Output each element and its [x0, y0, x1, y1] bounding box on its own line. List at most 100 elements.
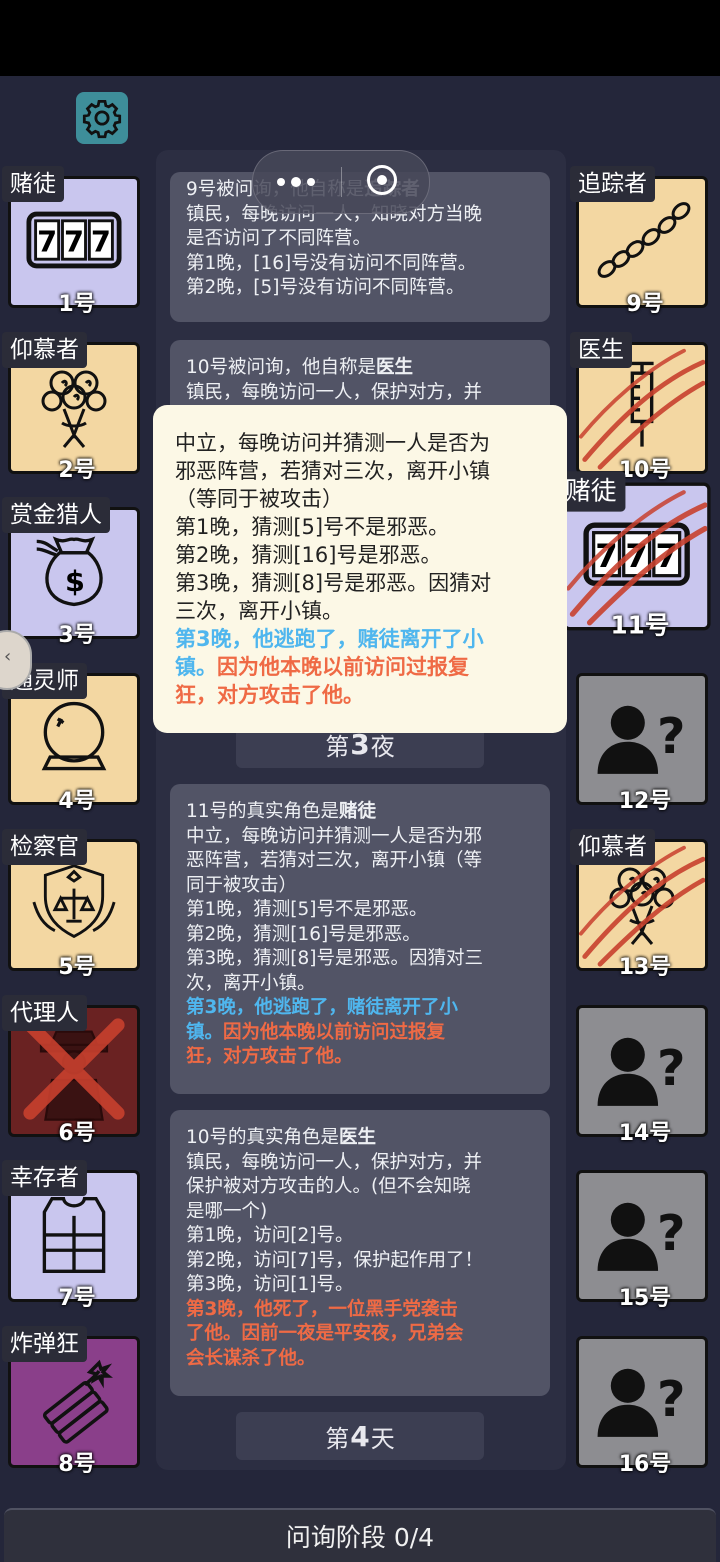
- day-suffix: 天: [370, 1424, 395, 1453]
- card-seat-number: 5号: [58, 955, 96, 980]
- log-head: 11号的真实角色是: [186, 801, 340, 822]
- slot-777-icon: 777: [26, 211, 122, 273]
- chevron-left-icon: ‹: [4, 646, 12, 667]
- popup-line: 第1晚，猜测[5]号不是邪恶。: [175, 515, 450, 539]
- card-seat-number: 14号: [618, 1121, 672, 1146]
- player-card[interactable]: ? 15号: [570, 1166, 710, 1311]
- card-seat-number: 8号: [58, 1452, 96, 1477]
- svg-text:?: ?: [657, 707, 686, 765]
- log-death-line: 了他。因前一夜是平安夜，兄弟会: [186, 1323, 464, 1344]
- popup-attack-line: 狂，对方攻击了他。: [175, 683, 364, 707]
- log-entry-reveal-10: 10号的真实角色是医生 镇民，每晚访问一人，保护对方，并 保护被对方攻击的人。(…: [170, 1110, 550, 1396]
- roses-bouquet-icon: [34, 361, 114, 455]
- log-death-line: 会长谋杀了他。: [186, 1347, 316, 1369]
- popup-escape-line: 第3晚，他逃跑了，赌徒离开了小: [175, 627, 484, 651]
- player-card[interactable]: 7 7 7 赌徒 11号: [556, 471, 713, 640]
- target-circle-icon[interactable]: [367, 165, 397, 195]
- log-line: 第1晚，猜测[5]号不是邪恶。: [186, 899, 428, 920]
- card-seat-number: 7号: [58, 1286, 96, 1311]
- day-divider: 第4天: [236, 1412, 484, 1460]
- card-seat-number: 2号: [58, 458, 96, 483]
- unknown-user-icon: ?: [590, 694, 694, 784]
- log-line: 第2晚，访问[7]号，保护起作用了！: [186, 1249, 483, 1271]
- popup-attack-line: 因为他本晚以前访问过报复: [217, 655, 469, 679]
- player-card[interactable]: $ 赏金猎人 3号: [2, 497, 142, 648]
- player-card[interactable]: 7 7 7 赌徒 1号: [2, 166, 142, 317]
- svg-text:$: $: [65, 564, 85, 598]
- log-role: 赌徒: [339, 801, 377, 822]
- day-number: 4: [350, 1419, 370, 1453]
- log-line: 保护被对方攻击的人。(但不会知晓: [186, 1176, 471, 1197]
- card-role-label: 幸存者: [2, 1160, 87, 1196]
- player-card[interactable]: 炸弹狂 8号: [2, 1326, 142, 1477]
- svg-text:7: 7: [91, 225, 111, 259]
- card-seat-number: 6号: [58, 1121, 96, 1146]
- gear-icon: [82, 99, 122, 139]
- svg-text:?: ?: [657, 1370, 686, 1428]
- player-card[interactable]: 检察官 5号: [2, 829, 142, 980]
- unknown-user-icon: ?: [590, 1191, 694, 1281]
- card-seat-number: 9号: [626, 292, 664, 317]
- card-seat-number: 1号: [58, 292, 96, 317]
- log-line: 同于被攻击）: [186, 874, 298, 896]
- card-role-label: 医生: [570, 332, 632, 368]
- player-card[interactable]: ? 16号: [570, 1332, 710, 1477]
- dynamite-icon: [29, 1355, 119, 1449]
- settings-button[interactable]: [76, 92, 128, 144]
- player-card[interactable]: 仰慕者 13号: [570, 829, 710, 980]
- card-role-label: 仰慕者: [570, 829, 655, 865]
- log-entry-reveal-11: 11号的真实角色是赌徒 中立，每晚访问并猜测一人是否为邪 恶阵营，若猜对三次，离…: [170, 784, 550, 1094]
- vest-icon: [31, 1191, 117, 1281]
- player-card[interactable]: ? 14号: [570, 1001, 710, 1146]
- svg-text:?: ?: [657, 1039, 686, 1097]
- log-line: 恶阵营，若猜对三次，离开小镇（等: [186, 850, 483, 871]
- agent-figure-icon: [19, 1014, 129, 1128]
- more-dots-icon[interactable]: [277, 173, 337, 191]
- popup-escape-line: 镇。: [175, 655, 217, 679]
- popup-line: 第3晚，猜测[8]号是邪恶。因猜对: [175, 571, 492, 595]
- day-prefix: 第: [325, 1424, 350, 1453]
- log-escape-line: 镇。: [186, 1021, 224, 1043]
- card-role-label: 追踪者: [570, 166, 655, 202]
- player-card[interactable]: 代理人 6号: [2, 995, 142, 1146]
- phase-label: 问询阶段 0/4: [285, 1523, 435, 1552]
- log-line: 第3晚，猜测[8]号是邪恶。因猜对三: [186, 948, 483, 969]
- log-role: 医生: [339, 1127, 377, 1148]
- player-card[interactable]: 医生 10号: [570, 332, 710, 483]
- card-seat-number: 4号: [58, 789, 96, 814]
- popup-line: 三次，离开小镇。: [175, 599, 343, 623]
- log-line: 是否访问了不同阵营。: [186, 228, 372, 249]
- unknown-user-icon: ?: [590, 1357, 694, 1447]
- log-head: 10号被问询，他自称是: [186, 357, 377, 378]
- card-role-label: 仰慕者: [2, 332, 87, 368]
- player-card[interactable]: 仰慕者 2号: [2, 332, 142, 483]
- player-card[interactable]: 追踪者 9号: [570, 166, 710, 317]
- role-detail-popup[interactable]: 中立，每晚访问并猜测一人是否为 邪恶阵营，若猜对三次，离开小镇 （等同于被攻击）…: [153, 405, 567, 733]
- player-card[interactable]: ? 12号: [570, 669, 710, 814]
- log-line: 中立，每晚访问并猜测一人是否为邪: [186, 825, 483, 847]
- card-seat-number: 13号: [618, 955, 672, 980]
- card-seat-number: 12号: [618, 789, 672, 814]
- log-line: 第1晚，访问[2]号。: [186, 1225, 354, 1246]
- card-role-label: 炸弹狂: [2, 1326, 87, 1362]
- popup-line: （等同于被攻击）: [175, 487, 343, 511]
- card-role-label: 检察官: [2, 829, 87, 865]
- log-line: 是哪一个): [186, 1200, 268, 1222]
- log-line: 次，离开小镇。: [186, 972, 316, 994]
- player-card[interactable]: 幸存者 7号: [2, 1160, 142, 1311]
- log-line: 镇民，每晚访问一人，保护对方，并: [186, 1151, 483, 1173]
- log-line: 第2晚，猜测[16]号是邪恶。: [186, 923, 421, 945]
- player-card[interactable]: 通灵师 4号: [2, 663, 142, 814]
- phase-bar: 问询阶段 0/4: [4, 1508, 716, 1562]
- log-line: 第2晚，[5]号没有访问不同阵营。: [186, 277, 465, 298]
- status-bar: [0, 0, 720, 76]
- mini-program-capsule: [252, 150, 430, 214]
- card-seat-number: 11号: [610, 612, 670, 641]
- log-attack-line: 狂，对方攻击了他。: [186, 1046, 353, 1067]
- log-death-line: 第3晚，他死了，一位黑手党袭击: [186, 1298, 458, 1320]
- popup-line: 第2晚，猜测[16]号是邪恶。: [175, 543, 442, 567]
- card-seat-number: 16号: [618, 1452, 672, 1477]
- popup-line: 邪恶阵营，若猜对三次，离开小镇: [175, 459, 490, 483]
- capsule-divider: [341, 167, 342, 197]
- popup-line: 中立，每晚访问并猜测一人是否为: [175, 431, 490, 455]
